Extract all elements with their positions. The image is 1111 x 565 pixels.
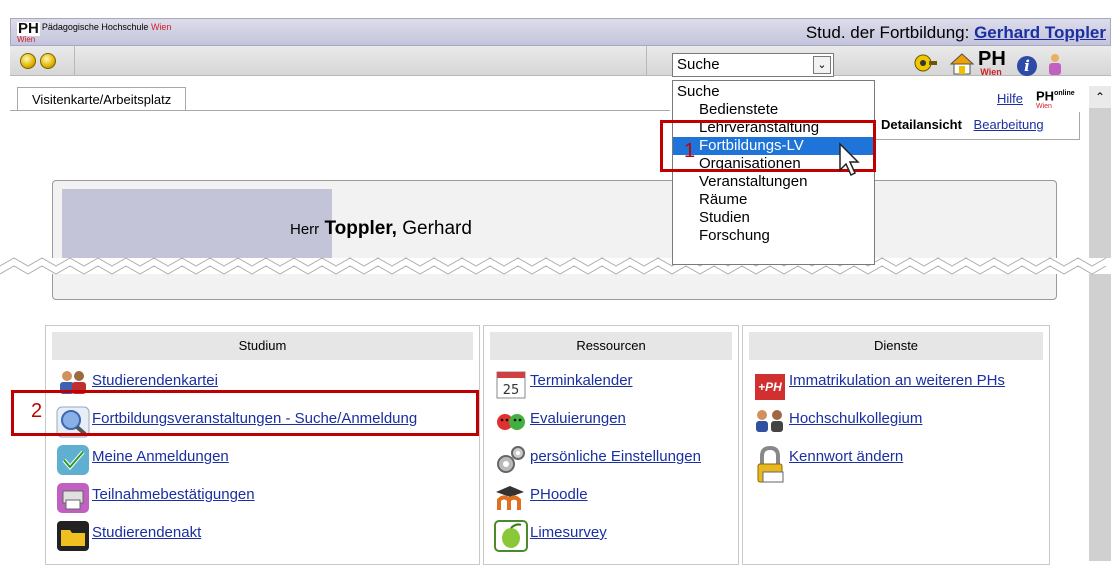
plus-ph-icon: +PH [751,368,789,400]
column-studium-title: Studium [52,332,473,360]
teilnahmebestaetigungen-link[interactable]: Teilnahmebestätigungen [92,486,255,503]
printer-icon [54,482,92,514]
back-icon[interactable] [20,53,36,69]
studierendenkartei-link[interactable]: Studierendenkartei [92,372,218,389]
list-item: Kennwort ändern [743,444,1049,490]
user-name-link[interactable]: Gerhard Toppler [974,23,1106,42]
column-dienste: Dienste +PH Immatrikulation an weiteren … [742,325,1050,565]
studierendenakt-link[interactable]: Studierendenakt [92,524,201,541]
ph-wien-sub: Wien [980,67,1002,77]
list-item: +PH Immatrikulation an weiteren PHs [743,368,1049,406]
dropdown-option[interactable]: Studien [673,209,874,227]
people-icon[interactable] [1042,52,1068,78]
person-salutation: Herr [290,221,320,238]
persoenliche-einstellungen-link[interactable]: persönliche Einstellungen [530,448,701,465]
ph-logo-name: Pädagogische Hochschule [41,22,149,32]
callout-box-2 [11,390,479,436]
ph-logo-text: Pädagogische Hochschule Wien [42,22,172,32]
mouse-cursor-icon [839,142,860,177]
callout-number-1: 1 [684,140,696,162]
list-item: Hochschulkollegium [743,406,1049,444]
tab-divider [10,110,670,111]
list-item: persönliche Einstellungen [484,444,738,482]
person-name: Herr Toppler, Gerhard [290,218,472,240]
column-ressourcen: Ressourcen 25 Terminkalender Evaluierung… [483,325,739,565]
limesurvey-link[interactable]: Limesurvey [530,524,607,541]
callout-number-2: 2 [31,400,43,422]
padlock-icon [751,444,789,486]
person-firstname: Gerhard [402,218,472,239]
info-symbol: i [1017,56,1037,76]
gears-icon [492,444,530,476]
ph-logo-mark: PH [17,20,40,37]
dropdown-option[interactable]: Forschung [673,227,874,245]
list-item: Evaluierungen [484,406,738,444]
moodle-icon [492,482,530,514]
calendar-day: 25 [503,383,520,398]
hochschulkollegium-link[interactable]: Hochschulkollegium [789,410,922,427]
ph-logo-sub: Wien [17,35,36,44]
tab-visitenkarte[interactable]: Visitenkarte/Arbeitsplatz [17,87,187,111]
vertical-scrollbar[interactable] [1089,86,1111,561]
immatrikulation-link[interactable]: Immatrikulation an weiteren PHs [789,372,1005,389]
list-item: Limesurvey [484,520,738,558]
info-icon[interactable]: i [1014,52,1040,78]
search-select-value: Suche [677,56,720,73]
help-link[interactable]: Hilfe [997,91,1023,106]
dropdown-option[interactable]: Räume [673,191,874,209]
forward-icon[interactable] [40,53,56,69]
top-header: PH Wien Pädagogische Hochschule Wien Stu… [10,18,1111,46]
terminkalender-link[interactable]: Terminkalender [530,372,633,389]
ph-wien-icon[interactable]: PH Wien [978,49,1006,77]
toolbar-separator [74,46,75,76]
meine-anmeldungen-link[interactable]: Meine Anmeldungen [92,448,229,465]
list-item: 25 Terminkalender [484,368,738,406]
search-select[interactable]: Suche ⌄ [672,53,834,77]
ph-logo[interactable]: PH Wien Pädagogische Hochschule Wien [17,20,172,44]
list-item: Teilnahmebestätigungen [46,482,479,520]
edit-link[interactable]: Bearbeitung [974,117,1044,132]
toolbar-separator [646,46,647,76]
smiley-icon [492,406,530,438]
evaluierungen-link[interactable]: Evaluierungen [530,410,626,427]
person-surname: Toppler, [324,218,397,239]
home-icon[interactable] [949,52,975,78]
person-card: Herr Toppler, Gerhard [52,180,1057,300]
dropdown-option[interactable]: Bedienstete [673,101,874,119]
kennwort-aendern-link[interactable]: Kennwort ändern [789,448,903,465]
view-tabs: Detailansicht Bearbeitung [872,112,1080,140]
ph-logo-accent: Wien [150,22,172,32]
ph-online-sup: online [1054,90,1075,97]
toolbar [10,46,1111,76]
phoodle-link[interactable]: PHoodle [530,486,588,503]
dropdown-option[interactable]: Suche [673,83,874,101]
key-icon[interactable] [912,52,938,78]
plus-ph-badge: +PH [755,374,785,400]
column-studium: Studium Studierendenkartei Fortbildungsv… [45,325,480,565]
list-item: Studierendenakt [46,520,479,558]
column-dienste-title: Dienste [749,332,1043,360]
lime-icon [492,520,530,552]
user-role: Stud. der Fortbildung: [805,23,970,42]
ph-online-logo[interactable]: PHonline Wien [1036,88,1075,112]
folder-icon [54,520,92,552]
checkmark-icon [54,444,92,476]
user-title: Stud. der Fortbildung: Gerhard Toppler [806,23,1106,43]
detail-view-tab[interactable]: Detailansicht [881,117,962,132]
list-item: PHoodle [484,482,738,520]
torn-edge-divider [0,257,1111,275]
ph-online-sub: Wien [1036,103,1052,111]
scroll-up-icon[interactable]: ⌃ [1089,86,1111,108]
group-icon [751,406,789,438]
chevron-down-icon[interactable]: ⌄ [813,56,831,74]
list-item: Meine Anmeldungen [46,444,479,482]
calendar-icon: 25 [492,368,530,400]
column-ressourcen-title: Ressourcen [490,332,732,360]
